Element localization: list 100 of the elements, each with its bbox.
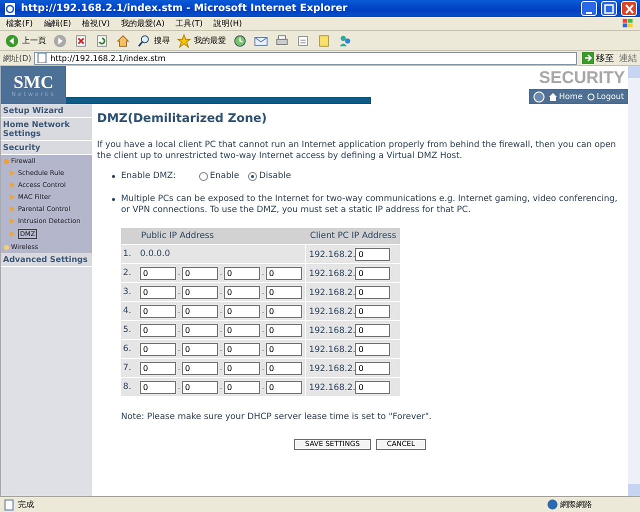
back-button[interactable]: 上一頁 [4, 32, 47, 48]
menu-item[interactable]: 編輯(E) [44, 18, 72, 29]
zone-text: 網際網路 [560, 499, 592, 510]
history-button[interactable] [232, 32, 248, 48]
ip-octet-field[interactable]: 0 [140, 286, 176, 298]
ip-octet-field[interactable]: 0 [182, 266, 218, 280]
client-octet-field[interactable]: 0 [355, 380, 390, 394]
client-octet-field[interactable]: 0 [355, 266, 390, 280]
client-octet-field[interactable]: 0 [355, 324, 390, 336]
windows-flag-icon [622, 18, 634, 29]
globe-icon [547, 499, 558, 510]
ip-octet-field[interactable]: 0 [224, 362, 260, 374]
intro-text: If you have a local client PC that cannot run an Internet application properly from behind the firewall, then you can open the client up to unrestricted two-way Internet access by defining a Virtual DMZ Host. [97, 140, 617, 162]
forward-icon [53, 34, 67, 48]
client-ip-prefix: 192.168.2. [309, 306, 356, 318]
minimize-button[interactable] [581, 1, 597, 16]
forward-button[interactable] [52, 32, 68, 48]
ip-octet-field[interactable]: 0 [224, 266, 260, 280]
search-icon [137, 34, 151, 48]
ip-octet-field[interactable]: 0 [266, 266, 302, 280]
globe-icon [532, 90, 545, 102]
sidebar-item[interactable]: Advanced Settings [1, 253, 92, 267]
browser-icon [3, 2, 17, 16]
ip-octet-field[interactable]: 0 [182, 286, 218, 298]
header-link[interactable]: Logout [586, 92, 624, 101]
maximize-button[interactable] [601, 1, 617, 16]
sidebar-item[interactable]: Security [1, 141, 92, 155]
ip-octet-field[interactable]: 0 [140, 380, 176, 394]
ip-octet-field[interactable]: 0 [182, 380, 218, 394]
ip-octet-field[interactable]: 0 [224, 304, 260, 318]
row-number: 3. [121, 282, 137, 301]
row-number: 8. [121, 377, 137, 396]
ip-octet-field[interactable]: 0 [140, 324, 176, 336]
ip-octet-field[interactable]: 0 [182, 304, 218, 318]
status-text: 完成 [18, 499, 35, 510]
row-number: 1. [121, 244, 137, 263]
menu-item[interactable]: 檢視(V) [82, 18, 110, 29]
ip-octet-field[interactable]: 0 [182, 362, 218, 374]
client-ip-prefix: 192.168.2. [309, 364, 356, 374]
ip-octet-field[interactable]: 0 [224, 286, 260, 298]
house-icon [548, 92, 557, 100]
favorites-button[interactable]: 我的最愛 [176, 32, 227, 48]
sidebar-item[interactable]: Setup Wizard [1, 104, 92, 118]
client-ip-prefix: 192.168.2. [309, 382, 356, 394]
column-header: Public IP Address [137, 228, 306, 244]
home-button[interactable] [115, 32, 131, 48]
client-ip-prefix: 192.168.2. [309, 288, 356, 298]
print-icon [275, 34, 289, 48]
radio-option[interactable]: Disable [248, 171, 291, 182]
search-button[interactable]: 搜尋 [136, 32, 171, 48]
ip-octet-field[interactable]: 0 [266, 362, 302, 374]
ip-octet-field[interactable]: 0 [266, 342, 302, 356]
ip-octet-field[interactable]: 0 [224, 342, 260, 356]
ip-octet-field[interactable]: 0 [140, 342, 176, 356]
radio-option[interactable]: Enable [198, 171, 240, 182]
ip-octet-field[interactable]: 0 [266, 324, 302, 336]
client-octet-field[interactable]: 0 [355, 362, 390, 374]
links-label[interactable]: 連結 [619, 52, 637, 64]
scrollbar[interactable] [628, 66, 640, 496]
page-icon [37, 53, 48, 63]
ip-octet-field[interactable]: 0 [182, 342, 218, 356]
ip-octet-field[interactable]: 0 [140, 304, 176, 318]
close-button[interactable] [621, 1, 637, 16]
triangle-icon [10, 231, 15, 237]
menu-item[interactable]: 工具(T) [176, 18, 203, 29]
stop-button[interactable] [73, 32, 89, 48]
client-octet-field[interactable]: 0 [355, 304, 390, 318]
enable-dmz-label: Enable DMZ: [121, 171, 176, 182]
menu-item[interactable]: 我的最愛(A) [120, 18, 165, 29]
ip-octet-field[interactable]: 0 [266, 304, 302, 318]
menu-item[interactable]: 檔案(F) [6, 18, 33, 29]
row-number: 4. [121, 301, 137, 320]
ip-octet-field[interactable]: 0 [266, 380, 302, 394]
page-title: DMZ(Demilitarized Zone) [97, 110, 268, 126]
sidebar-item[interactable]: Home Network Settings [1, 118, 92, 141]
ip-octet-field[interactable]: 0 [224, 380, 260, 394]
ip-octet-field[interactable]: 0 [182, 324, 218, 336]
header-link[interactable]: Home [548, 92, 583, 101]
edit-icon [296, 34, 310, 48]
refresh-button[interactable] [94, 32, 110, 48]
ip-octet-field[interactable]: 0 [140, 266, 176, 280]
bullet-icon [112, 175, 115, 178]
ip-octet-field[interactable]: 0 [224, 324, 260, 336]
client-octet-field[interactable]: 0 [355, 342, 390, 356]
row-number: 2. [121, 263, 137, 282]
ip-octet-field[interactable]: 0 [266, 286, 302, 298]
favorites-icon [177, 34, 191, 48]
address-field[interactable]: http://192.168.2.1/index.stm [34, 52, 577, 64]
go-button[interactable]: 移至 [580, 52, 616, 64]
client-octet-field[interactable]: 0 [355, 248, 390, 260]
back-icon [5, 34, 19, 48]
refresh-icon [95, 34, 109, 48]
ip-octet-field[interactable]: 0 [140, 362, 176, 374]
client-octet-field[interactable]: 0 [355, 286, 390, 298]
discuss-button[interactable] [316, 32, 332, 48]
menu-item[interactable]: 說明(H) [214, 18, 242, 29]
window-title: http://192.168.2.1/index.stm - Microsoft Internet Explorer [21, 3, 348, 14]
bullet-icon [112, 198, 115, 201]
arrow-icon [582, 52, 594, 64]
column-header: Client PC IP Address [306, 228, 400, 244]
